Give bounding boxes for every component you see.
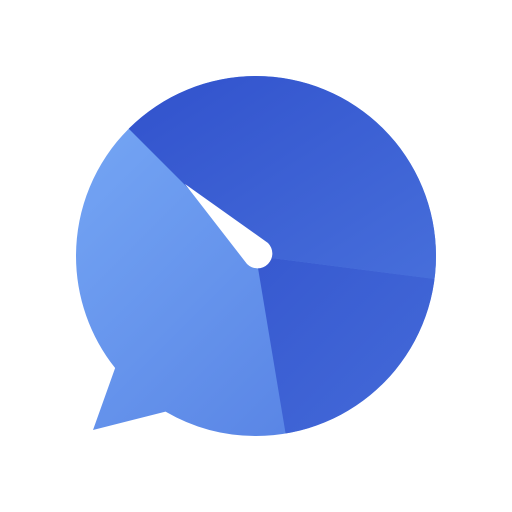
bubble-mid-region (256, 256, 436, 436)
app-icon-canvas (0, 0, 512, 512)
speech-bubble-speedometer-icon (76, 76, 436, 436)
